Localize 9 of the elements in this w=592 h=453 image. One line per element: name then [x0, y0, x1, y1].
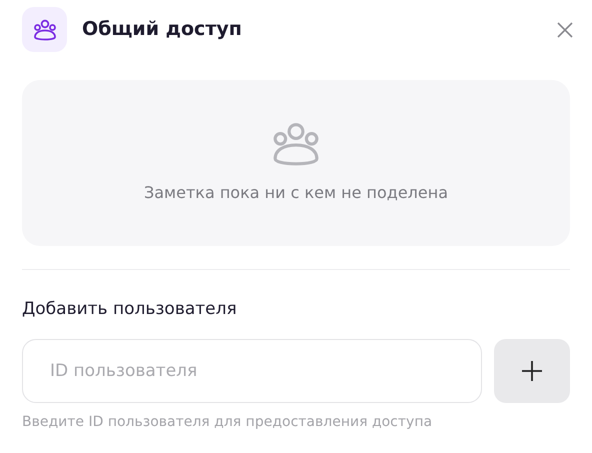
- close-icon: [556, 20, 574, 38]
- dialog-title: Общий доступ: [82, 17, 242, 42]
- people-icon: [271, 121, 321, 167]
- plus-icon: [521, 360, 543, 382]
- people-icon: [32, 18, 56, 40]
- section-label: Добавить пользователя: [22, 298, 238, 321]
- user-id-field[interactable]: ID пользователя: [22, 338, 482, 402]
- empty-message: Заметка пока ни с кем не поделена: [144, 182, 448, 204]
- hint-text: Введите ID пользователя для предоставления доступа: [22, 412, 434, 432]
